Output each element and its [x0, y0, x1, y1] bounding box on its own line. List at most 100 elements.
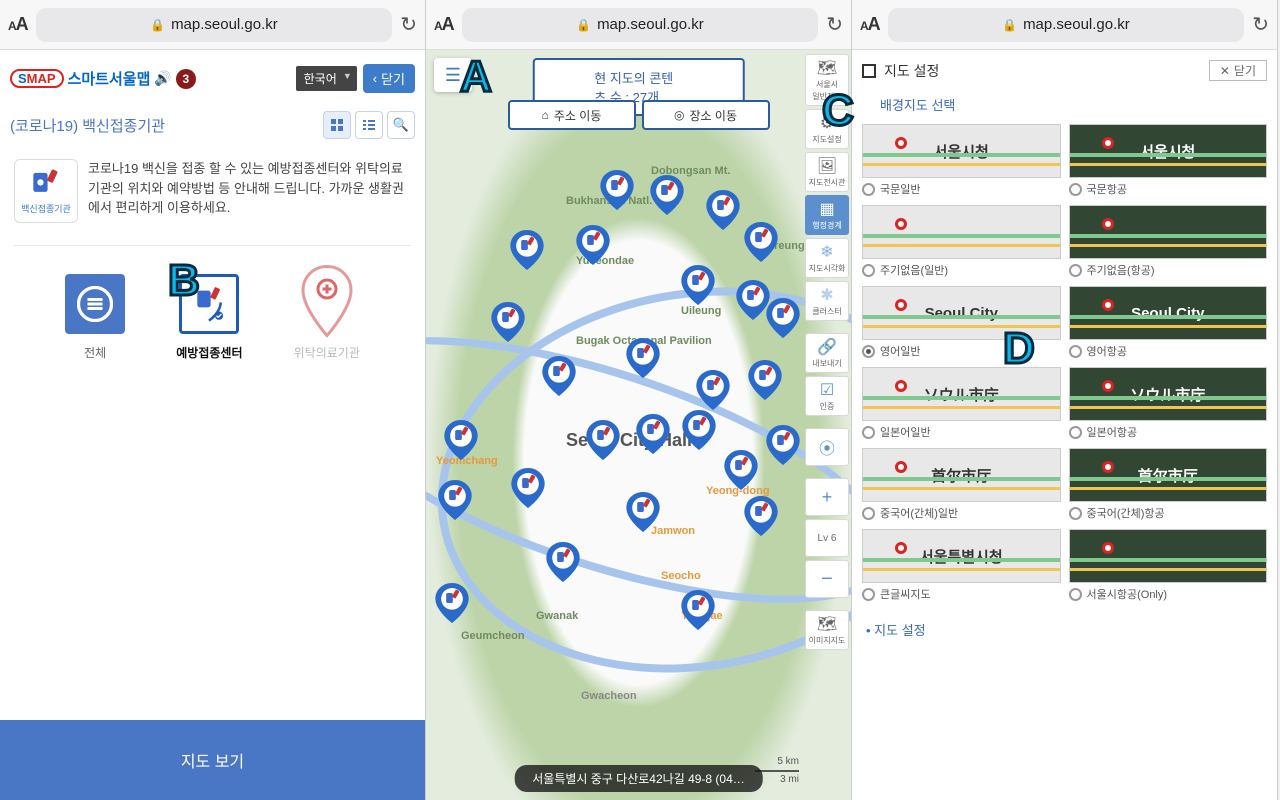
gear-icon: ⚙ — [820, 113, 834, 133]
map-pin[interactable] — [626, 492, 660, 532]
filter-all[interactable]: 전체 — [65, 274, 125, 361]
reload-icon[interactable]: ↻ — [1252, 12, 1269, 37]
map-pin[interactable] — [696, 370, 730, 410]
map-pin[interactable] — [744, 222, 778, 262]
map-pin[interactable] — [546, 542, 580, 582]
map-pin[interactable] — [681, 265, 715, 305]
address-bar[interactable]: 🔒 map.seoul.go.kr — [888, 8, 1245, 42]
basemap-option[interactable]: 주기없음(항공) — [1069, 205, 1268, 282]
basemap-option[interactable]: Seoul City영어일반 — [862, 286, 1061, 363]
smap-logo[interactable]: SSMAPMAP 스마트서울맵 🔊 3 — [10, 68, 196, 89]
search-button[interactable]: 🔍 — [387, 111, 415, 139]
notification-badge[interactable]: 3 — [176, 69, 196, 89]
basemap-option[interactable]: 서울특별시청큰글씨지도 — [862, 529, 1061, 606]
map-pin[interactable] — [435, 583, 469, 623]
basemap-option[interactable]: 서울시청국문항공 — [1069, 124, 1268, 201]
basemap-option[interactable]: 서울시항공(Only) — [1069, 529, 1268, 606]
map-pin[interactable] — [626, 338, 660, 378]
zoom-level: Lv 6 — [805, 519, 849, 557]
basemap-option[interactable]: Seoul City영어항공 — [1069, 286, 1268, 363]
map-pin[interactable] — [510, 230, 544, 270]
side-imagemap[interactable]: 🗺이미지지도 — [805, 610, 849, 650]
basemap-thumb — [1069, 205, 1268, 259]
text-size-control[interactable]: AA — [860, 14, 880, 35]
map-pin[interactable] — [766, 425, 800, 465]
basemap-option[interactable]: 首尔市厅중국어(간체)일반 — [862, 448, 1061, 525]
lock-icon: 🔒 — [576, 18, 591, 32]
radio-icon — [1069, 426, 1082, 439]
zoom-in[interactable]: + — [805, 478, 849, 516]
map-pin[interactable] — [438, 480, 472, 520]
filter-hospital[interactable]: 위탁의료기관 — [294, 274, 360, 361]
basemap-option[interactable]: 首尔市厅중국어(간체)항공 — [1069, 448, 1268, 525]
app-header: SSMAPMAP 스마트서울맵 🔊 3 한국어 ‹ 닫기 — [0, 50, 425, 103]
map-pin[interactable] — [542, 356, 576, 396]
map-pin[interactable] — [576, 225, 610, 265]
map-pin[interactable] — [724, 450, 758, 490]
map-pin[interactable] — [736, 280, 770, 320]
side-settings[interactable]: ⚙지도설정 — [805, 109, 849, 149]
basemap-label: 큰글씨지도 — [862, 583, 1061, 606]
side-cert[interactable]: ☑인증 — [805, 376, 849, 416]
hamburger-icon: ☰ — [445, 65, 461, 86]
square-icon — [862, 64, 876, 78]
basemap-label: 주기없음(항공) — [1069, 259, 1268, 282]
map-pin[interactable] — [636, 414, 670, 454]
basemap-option[interactable]: ソウル市庁일본어일반 — [862, 367, 1061, 444]
zoom-out[interactable]: − — [805, 560, 849, 598]
basemap-option[interactable]: 서울시청국문일반 — [862, 124, 1061, 201]
side-boundary[interactable]: ▦행정경계 — [805, 195, 849, 235]
map-side-toolbar: 🗺서울시일반지도 ⚙지도설정 🖼지도전시관 ▦행정경계 ❄지도시각화 ✱클러스터… — [805, 54, 849, 650]
side-basemap[interactable]: 🗺서울시일반지도 — [805, 54, 849, 106]
reload-icon[interactable]: ↻ — [400, 12, 417, 37]
side-export[interactable]: 🔗내보내기 — [805, 333, 849, 373]
side-cluster[interactable]: ✱클러스터 — [805, 281, 849, 321]
map-pin[interactable] — [766, 298, 800, 338]
map-pin[interactable] — [491, 302, 525, 342]
side-locate[interactable]: ⦿ — [805, 428, 849, 466]
side-gallery[interactable]: 🖼지도전시관 — [805, 152, 849, 192]
view-map-button[interactable]: 지도 보기 — [0, 720, 425, 800]
side-viz[interactable]: ❄지도시각화 — [805, 238, 849, 278]
basemap-label: 일본어항공 — [1069, 421, 1268, 444]
section-map-settings[interactable]: 지도 설정 — [852, 612, 1277, 647]
map-label-cityhall: Seoul City Hall — [566, 430, 692, 451]
move-by-place-button[interactable]: ◎장소 이동 — [642, 100, 770, 130]
menu-button[interactable]: ☰ — [434, 58, 472, 92]
list-view-button[interactable] — [355, 111, 383, 139]
map-pin[interactable] — [744, 496, 778, 536]
text-size-control[interactable]: AA — [8, 14, 28, 35]
map-pin[interactable] — [682, 410, 716, 450]
map-pin[interactable] — [444, 420, 478, 460]
basemap-option[interactable]: ソウル市庁일본어항공 — [1069, 367, 1268, 444]
map-pin[interactable] — [706, 190, 740, 230]
gallery-icon: 🖼 — [817, 156, 837, 176]
link-icon: 🔗 — [817, 337, 837, 357]
language-select[interactable]: 한국어 — [296, 66, 357, 91]
basemap-option[interactable]: 주기없음(일반) — [862, 205, 1061, 282]
basemap-label: 주기없음(일반) — [862, 259, 1061, 282]
map-pin[interactable] — [600, 170, 634, 210]
map-pin[interactable] — [681, 590, 715, 630]
map-canvas[interactable]: Seoul City Hall Bugak Octagonal Pavilion… — [426, 50, 851, 800]
close-settings-button[interactable]: ✕ 닫기 — [1209, 60, 1267, 81]
reload-icon[interactable]: ↻ — [826, 12, 843, 37]
viz-icon: ❄ — [820, 242, 833, 262]
sound-icon[interactable]: 🔊 — [154, 70, 171, 87]
address-bar[interactable]: 🔒 map.seoul.go.kr — [462, 8, 819, 42]
theme-icon: 백신접종기관 — [14, 159, 78, 223]
move-by-address-button[interactable]: ⌂주소 이동 — [508, 100, 636, 130]
address-bar[interactable]: 🔒 map.seoul.go.kr — [36, 8, 393, 42]
grid-view-button[interactable] — [323, 111, 351, 139]
map-pin[interactable] — [586, 420, 620, 460]
map-pin[interactable] — [650, 175, 684, 215]
content-title: (코로나19) 백신접종기관 — [10, 115, 165, 136]
text-size-control[interactable]: AA — [434, 14, 454, 35]
filter-center[interactable]: 예방접종센터 — [176, 274, 242, 361]
section-basemap-select: 배경지도 선택 — [852, 87, 1277, 122]
map-pin[interactable] — [748, 360, 782, 400]
radio-icon — [1069, 507, 1082, 520]
close-panel-button[interactable]: ‹ 닫기 — [363, 64, 415, 93]
map-pin[interactable] — [511, 468, 545, 508]
cert-icon: ☑ — [820, 380, 834, 400]
